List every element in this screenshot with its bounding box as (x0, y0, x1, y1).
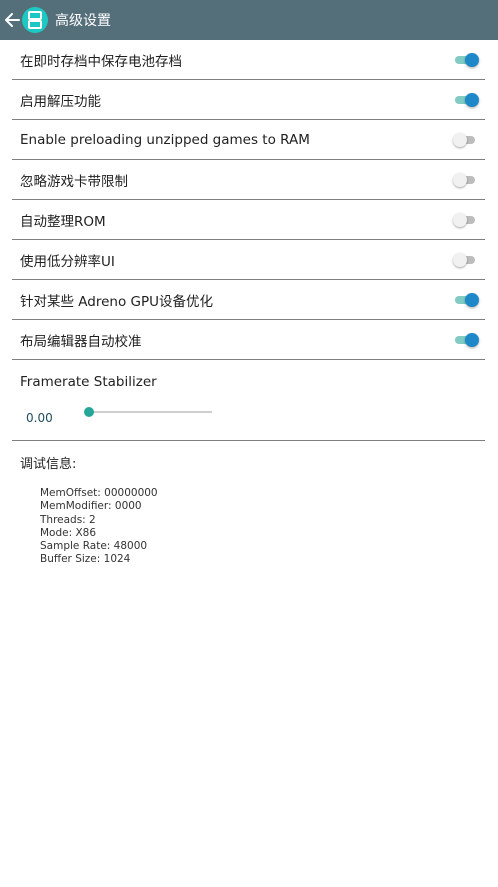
setting-label: 忽略游戏卡带限制 (20, 173, 128, 190)
framerate-slider[interactable] (84, 404, 212, 420)
setting-label: 启用解压功能 (20, 93, 101, 110)
toggle-switch[interactable] (453, 171, 477, 189)
setting-row-preload-ram[interactable]: Enable preloading unzipped games to RAM (12, 120, 485, 160)
debug-title: 调试信息: (20, 457, 77, 472)
debug-line: MemOffset: 00000000 (40, 487, 158, 499)
debug-line: Sample Rate: 48000 (40, 540, 148, 553)
debug-lines: MemOffset: 00000000 MemModifier: 0000 Th… (40, 487, 158, 567)
setting-label: 在即时存档中保存电池存档 (20, 53, 182, 70)
setting-row-low-res-ui[interactable]: 使用低分辨率UI (12, 240, 485, 280)
debug-line: Mode: X86 (40, 526, 97, 539)
toggle-switch[interactable] (453, 251, 477, 269)
slider-track (88, 411, 212, 413)
toggle-switch[interactable] (453, 211, 477, 229)
toggle-switch[interactable] (453, 91, 479, 109)
debug-info: 调试信息: MemOffset: 00000000 MemModifier: 0… (20, 453, 158, 567)
framerate-label: Framerate Stabilizer (20, 374, 157, 390)
debug-line: Buffer Size: 1024 (40, 553, 131, 566)
setting-row-auto-rom[interactable]: 自动整理ROM (12, 200, 485, 240)
setting-row-unzip[interactable]: 启用解压功能 (12, 80, 485, 120)
setting-label: 使用低分辨率UI (20, 253, 115, 270)
app-logo-icon (22, 7, 48, 33)
toggle-switch[interactable] (453, 131, 477, 149)
back-button[interactable] (2, 0, 22, 40)
toggle-switch[interactable] (453, 331, 479, 349)
toggle-switch[interactable] (453, 51, 479, 69)
setting-label: 自动整理ROM (20, 213, 106, 230)
debug-line: MemModifier: 0000 (40, 500, 142, 513)
toggle-switch[interactable] (453, 291, 479, 309)
framerate-value: 0.00 (26, 411, 53, 425)
setting-label: 针对某些 Adreno GPU设备优化 (20, 293, 214, 310)
setting-row-battery-save[interactable]: 在即时存档中保存电池存档 (12, 40, 485, 80)
app-bar: 高级设置 (0, 0, 498, 40)
setting-row-adreno[interactable]: 针对某些 Adreno GPU设备优化 (12, 280, 485, 320)
setting-row-ignore-cartridge[interactable]: 忽略游戏卡带限制 (12, 160, 485, 200)
page-title: 高级设置 (55, 13, 111, 29)
debug-line: Threads: 2 (40, 513, 96, 526)
setting-row-layout-calibration[interactable]: 布局编辑器自动校准 (12, 320, 485, 360)
setting-label: 布局编辑器自动校准 (20, 333, 142, 350)
slider-thumb[interactable] (84, 407, 94, 417)
settings-list: 在即时存档中保存电池存档 启用解压功能 Enable preloading un… (12, 40, 485, 441)
framerate-stabilizer-row: Framerate Stabilizer 0.00 (12, 360, 485, 441)
arrow-left-icon (5, 13, 20, 27)
setting-label: Enable preloading unzipped games to RAM (20, 131, 310, 148)
